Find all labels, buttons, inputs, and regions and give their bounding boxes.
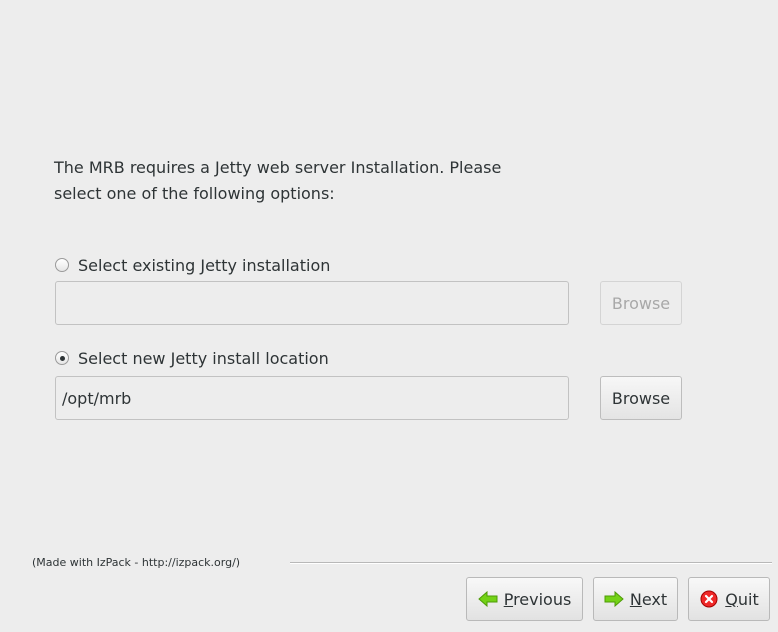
radio-new-indicator[interactable] [55,351,69,365]
quit-label: uit [737,589,759,609]
quit-mnemonic: Q [725,589,738,609]
existing-jetty-path-input[interactable] [55,281,569,325]
previous-button[interactable]: Previous [466,577,583,621]
browse-new-button[interactable]: Browse [600,376,682,420]
radio-existing-label: Select existing Jetty installation [78,255,331,275]
intro-text: The MRB requires a Jetty web server Inst… [54,155,614,207]
arrow-left-icon [477,590,498,608]
new-jetty-path-input[interactable] [55,376,569,420]
intro-line-1: The MRB requires a Jetty web server Inst… [54,158,502,177]
browse-existing-button[interactable]: Browse [600,281,682,325]
next-mnemonic: N [629,589,642,609]
installer-window: The MRB requires a Jetty web server Inst… [0,0,778,632]
arrow-right-icon [604,590,624,608]
next-button[interactable]: Next [593,577,678,621]
quit-button[interactable]: Quit [688,577,770,621]
radio-existing-indicator[interactable] [55,258,69,272]
radio-new-label: Select new Jetty install location [78,348,329,368]
radio-new-jetty[interactable]: Select new Jetty install location [55,347,329,369]
made-with-izpack: (Made with IzPack - http://izpack.org/) [32,556,247,569]
close-circle-icon [699,590,719,608]
previous-mnemonic: P [503,589,514,609]
previous-label: revious [513,589,572,609]
footer-separator [290,562,772,564]
next-label: ext [641,589,668,609]
panel-content [8,8,778,550]
radio-existing-jetty[interactable]: Select existing Jetty installation [55,254,330,276]
intro-line-2: select one of the following options: [54,184,335,203]
